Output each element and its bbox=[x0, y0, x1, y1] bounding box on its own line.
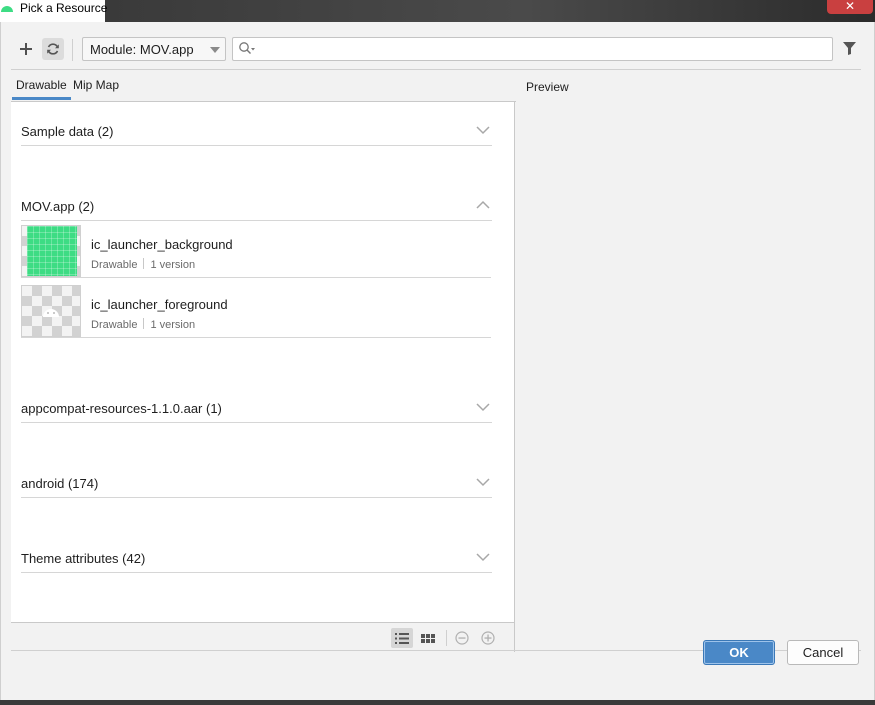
search-input[interactable] bbox=[259, 40, 819, 58]
preview-label: Preview bbox=[526, 80, 569, 94]
resource-list: Sample data (2) MOV.app (2) ic_launcher_… bbox=[11, 102, 515, 622]
close-button[interactable]: ✕ bbox=[827, 0, 873, 14]
resource-versions: 1 version bbox=[150, 259, 196, 271]
tab-drawable[interactable]: Drawable bbox=[12, 78, 71, 100]
chevron-down-icon bbox=[476, 553, 490, 562]
resource-item-ic-launcher-background[interactable]: ic_launcher_background Drawable 1 version bbox=[21, 222, 491, 278]
filter-icon bbox=[842, 41, 856, 55]
section-mov-app[interactable]: MOV.app (2) bbox=[21, 191, 492, 221]
toolbar-divider bbox=[72, 39, 73, 61]
section-title: Theme attributes (42) bbox=[21, 551, 146, 566]
search-icon bbox=[239, 42, 255, 54]
zoom-in-button[interactable] bbox=[477, 628, 499, 648]
resource-name: ic_launcher_foreground bbox=[91, 297, 228, 312]
dialog-body: Module: MOV.app Drawable Mip Map Sample … bbox=[0, 22, 875, 700]
zoom-out-icon bbox=[455, 631, 469, 645]
resource-tabs: Drawable Mip Map bbox=[11, 70, 516, 102]
list-view-button[interactable] bbox=[391, 628, 413, 648]
plus-icon bbox=[20, 43, 32, 55]
list-view-icon bbox=[395, 632, 409, 644]
resource-type: Drawable bbox=[91, 319, 138, 331]
section-title: appcompat-resources-1.1.0.aar (1) bbox=[21, 401, 222, 416]
refresh-button[interactable] bbox=[42, 38, 64, 60]
section-theme-attributes[interactable]: Theme attributes (42) bbox=[21, 543, 492, 573]
cancel-button[interactable]: Cancel bbox=[787, 640, 859, 665]
meta-divider bbox=[143, 318, 145, 329]
section-title: MOV.app (2) bbox=[21, 199, 95, 214]
resource-thumbnail bbox=[21, 285, 81, 337]
refresh-icon bbox=[47, 43, 59, 55]
grid-view-button[interactable] bbox=[417, 628, 439, 648]
section-android[interactable]: android (174) bbox=[21, 468, 492, 498]
tab-mip-map[interactable]: Mip Map bbox=[73, 78, 119, 92]
view-controls-divider bbox=[446, 630, 447, 646]
search-field[interactable] bbox=[232, 37, 833, 61]
android-head-icon bbox=[43, 309, 59, 317]
module-dropdown-label: Module: MOV.app bbox=[90, 42, 194, 57]
filter-button[interactable] bbox=[839, 38, 859, 58]
resource-type: Drawable bbox=[91, 259, 138, 271]
section-sample-data[interactable]: Sample data (2) bbox=[21, 116, 492, 146]
resource-versions: 1 version bbox=[150, 319, 196, 331]
dropdown-arrow-icon bbox=[210, 47, 220, 53]
taskbar-edge bbox=[0, 700, 875, 705]
section-title: Sample data (2) bbox=[21, 124, 114, 139]
chevron-down-icon bbox=[476, 126, 490, 135]
toolbar: Module: MOV.app bbox=[1, 35, 874, 65]
chevron-down-icon bbox=[476, 403, 490, 412]
resource-item-ic-launcher-foreground[interactable]: ic_launcher_foreground Drawable 1 version bbox=[21, 282, 491, 338]
zoom-out-button[interactable] bbox=[451, 628, 473, 648]
module-dropdown[interactable]: Module: MOV.app bbox=[82, 37, 226, 61]
section-appcompat-resources[interactable]: appcompat-resources-1.1.0.aar (1) bbox=[21, 393, 492, 423]
resource-thumbnail bbox=[21, 225, 81, 277]
grid-view-icon bbox=[421, 633, 435, 643]
meta-divider bbox=[143, 258, 145, 269]
resource-browser: Drawable Mip Map Sample data (2) MOV.app… bbox=[11, 70, 516, 673]
section-title: android (174) bbox=[21, 476, 99, 491]
chevron-up-icon bbox=[476, 200, 490, 209]
android-studio-icon bbox=[1, 6, 13, 12]
chevron-down-icon bbox=[476, 478, 490, 487]
close-icon: ✕ bbox=[844, 0, 856, 13]
zoom-in-icon bbox=[481, 631, 495, 645]
preview-panel: Preview bbox=[516, 70, 861, 652]
resource-meta: Drawable 1 version bbox=[91, 258, 195, 271]
resource-meta: Drawable 1 version bbox=[91, 318, 195, 331]
title-bar: Pick a Resource ✕ bbox=[0, 0, 875, 22]
add-resource-button[interactable] bbox=[15, 38, 37, 60]
launcher-background-image bbox=[27, 226, 77, 276]
window-title: Pick a Resource bbox=[20, 1, 108, 15]
view-controls-bar bbox=[11, 622, 515, 652]
resource-name: ic_launcher_background bbox=[91, 237, 233, 252]
ok-button[interactable]: OK bbox=[703, 640, 775, 665]
